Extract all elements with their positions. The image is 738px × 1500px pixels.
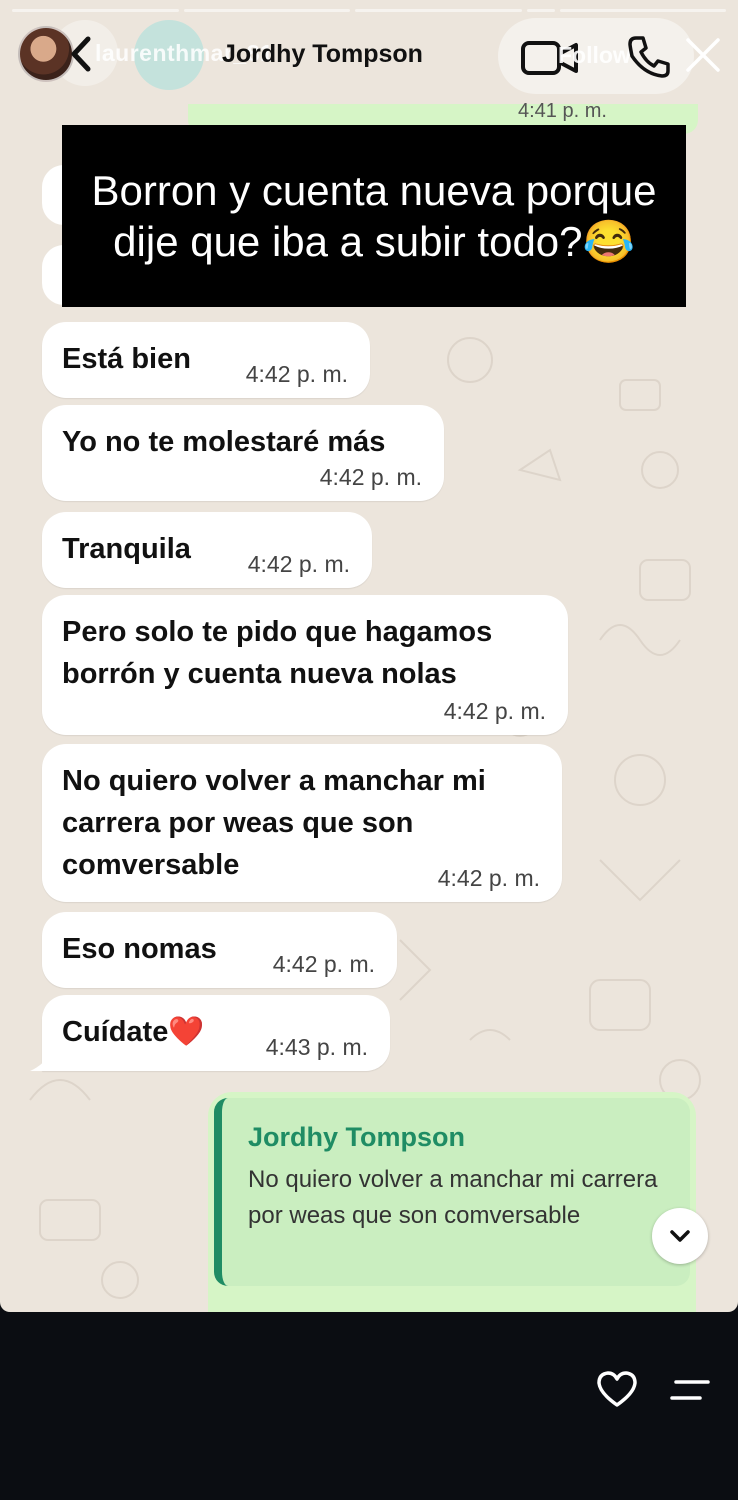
message-time: 4:42 p. m. xyxy=(272,951,375,977)
heart-icon[interactable] xyxy=(596,1370,638,1408)
message-time: 4:42 p. m. xyxy=(247,551,350,577)
bubble-tail-icon xyxy=(30,1049,54,1071)
story-caption-box: Borron y cuenta nueva porque dije que ib… xyxy=(62,125,686,307)
message-text: Cuídate❤️ xyxy=(62,1016,205,1048)
quoted-message[interactable]: Jordhy Tompson No quiero volver a mancha… xyxy=(214,1098,690,1286)
menu-icon[interactable] xyxy=(670,1378,710,1402)
story-caption-text: Borron y cuenta nueva porque dije que ib… xyxy=(91,167,657,265)
message-bubble[interactable]: No quiero volver a manchar mi carrera po… xyxy=(42,744,562,902)
chat-contact-name: Jordhy Tompson xyxy=(222,40,423,68)
chevron-down-icon xyxy=(670,1230,690,1242)
chevron-left-icon[interactable] xyxy=(66,34,96,74)
message-text: Tranquila xyxy=(62,533,191,565)
phone-icon[interactable] xyxy=(626,34,672,80)
message-text: Está bien xyxy=(62,343,191,375)
message-time: 4:43 p. m. xyxy=(265,1034,368,1060)
message-text: Pero solo te pido que hagamos borrón y c… xyxy=(62,616,493,690)
close-icon[interactable] xyxy=(684,36,722,74)
quoted-sender-name: Jordhy Tompson xyxy=(248,1122,466,1152)
story-frame: 4:41 p. m. Está bien 4:42 p. m. Yo no te… xyxy=(0,0,738,1312)
message-bubble[interactable]: Pero solo te pido que hagamos borrón y c… xyxy=(42,595,568,735)
message-time: 4:42 p. m. xyxy=(437,865,540,891)
message-bubble[interactable]: Yo no te molestaré más 4:42 p. m. xyxy=(42,405,444,501)
message-time: 4:42 p. m. xyxy=(319,464,422,490)
story-header: laurenthmar_81 Jordhy Tompson Follow xyxy=(0,0,738,94)
quoted-message-text: No quiero volver a manchar mi carrera po… xyxy=(248,1166,658,1229)
message-text: Yo no te molestaré más xyxy=(62,426,386,458)
message-bubble[interactable]: Está bien 4:42 p. m. xyxy=(42,322,370,398)
message-text: Eso nomas xyxy=(62,933,217,965)
partial-message-time: 4:41 p. m. xyxy=(518,100,607,122)
follow-button[interactable]: Follow xyxy=(558,42,631,69)
message-bubble[interactable]: Cuídate❤️ 4:43 p. m. xyxy=(30,995,390,1071)
message-time: 4:42 p. m. xyxy=(245,361,348,387)
message-bubble[interactable]: Tranquila 4:42 p. m. xyxy=(42,512,372,588)
message-text: No quiero volver a manchar mi carrera po… xyxy=(62,765,486,881)
scroll-to-bottom-button[interactable] xyxy=(652,1208,708,1264)
message-bubble[interactable]: Eso nomas 4:42 p. m. xyxy=(42,912,397,988)
message-time: 4:42 p. m. xyxy=(443,698,546,724)
